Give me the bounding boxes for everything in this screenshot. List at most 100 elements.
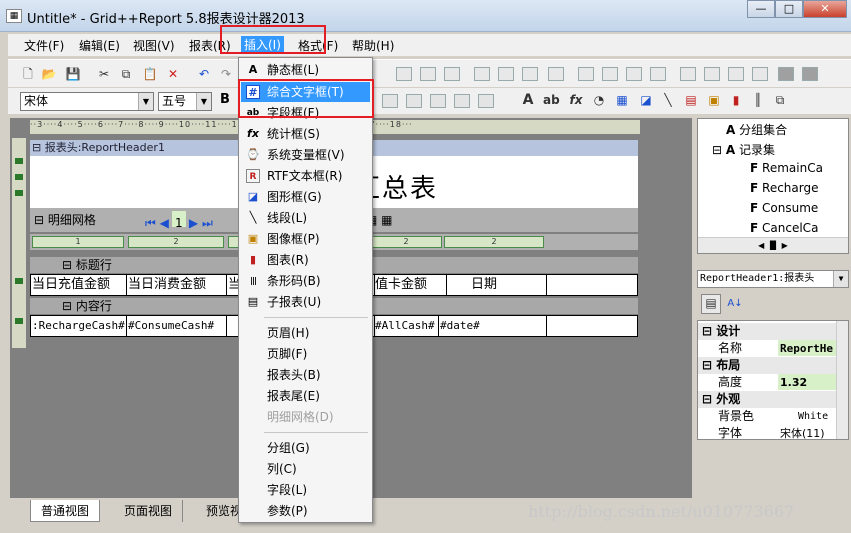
title-cell[interactable]: 日期 bbox=[447, 275, 547, 295]
field-box-icon[interactable]: ab bbox=[543, 92, 560, 108]
prop-row[interactable]: 背景色 White bbox=[698, 408, 838, 425]
object-select[interactable]: ReportHeader1:报表头 ▼ bbox=[697, 270, 849, 288]
save-icon[interactable]: 💾 bbox=[65, 66, 81, 82]
redo-icon[interactable]: ↷ bbox=[218, 66, 234, 82]
prop-row[interactable]: 字体 宋体(11) bbox=[698, 425, 838, 439]
menu-item-group[interactable]: 分组(G) bbox=[241, 438, 370, 458]
page-number[interactable]: 1 bbox=[171, 211, 186, 230]
align-right-icon[interactable] bbox=[444, 67, 460, 81]
open-folder-icon[interactable]: 📂 bbox=[41, 66, 57, 82]
font-size-select[interactable]: 五号 ▼ bbox=[158, 92, 212, 111]
memo-box-icon[interactable]: ▦ bbox=[614, 92, 630, 108]
menu-item-summary-box[interactable]: fx 统计框(S) bbox=[241, 124, 370, 144]
same-size-icon[interactable] bbox=[602, 67, 618, 81]
prop-category[interactable]: ⊟ 布局 bbox=[698, 357, 838, 374]
content-cell[interactable]: #ConsumeCash# bbox=[127, 316, 227, 336]
same-height-icon[interactable] bbox=[578, 67, 594, 81]
line-icon[interactable]: ╲ bbox=[660, 92, 676, 108]
border-icon[interactable] bbox=[430, 94, 446, 108]
tree-node[interactable]: F RemainCa bbox=[750, 161, 823, 175]
property-scrollbar[interactable] bbox=[836, 321, 848, 439]
column-width-marker[interactable]: 1 bbox=[32, 236, 124, 248]
border-icon[interactable] bbox=[478, 94, 494, 108]
tree-node[interactable]: F Recharge bbox=[750, 181, 819, 195]
align-center-icon[interactable] bbox=[420, 67, 436, 81]
shape-box-icon[interactable]: ◪ bbox=[638, 92, 654, 108]
title-cell[interactable]: 值卡金额 bbox=[375, 275, 447, 295]
paste-icon[interactable]: 📋 bbox=[142, 66, 158, 82]
close-button[interactable]: ✕ bbox=[803, 0, 847, 18]
v-spacing-icon[interactable] bbox=[650, 67, 666, 81]
tab-page-view[interactable]: 页面视图 bbox=[114, 500, 184, 522]
content-cell[interactable]: #date# bbox=[439, 316, 547, 336]
menu-item-static-box[interactable]: A 静态框(L) bbox=[241, 60, 370, 80]
minimize-button[interactable]: — bbox=[747, 0, 775, 18]
border-icon[interactable] bbox=[454, 94, 470, 108]
picture-box-icon[interactable]: ▣ bbox=[706, 92, 722, 108]
menu-item-column[interactable]: 列(C) bbox=[241, 459, 370, 479]
first-page-icon[interactable]: ⏮ bbox=[145, 216, 156, 230]
font-family-select[interactable]: 宋体 ▼ bbox=[20, 92, 154, 111]
tree-node[interactable]: F CancelCa bbox=[750, 221, 818, 235]
menu-help[interactable]: 帮助(H) bbox=[352, 37, 394, 54]
barcode-icon[interactable]: ║ bbox=[750, 92, 766, 108]
copy-icon[interactable]: ⧉ bbox=[118, 66, 134, 82]
h-spacing-icon[interactable] bbox=[626, 67, 642, 81]
column-width-marker[interactable]: 2 bbox=[444, 236, 544, 248]
prop-value[interactable]: White bbox=[778, 408, 838, 424]
title-cell[interactable]: 当日消费金额 bbox=[127, 275, 227, 295]
tree-horizontal-scrollbar[interactable]: ◀ ▐▌ ▶ bbox=[698, 237, 848, 253]
menu-item-picture-box[interactable]: ▣ 图像框(P) bbox=[241, 229, 370, 249]
bring-front-icon[interactable] bbox=[728, 67, 744, 81]
align-bottom-icon[interactable] bbox=[522, 67, 538, 81]
prop-row[interactable]: 高度 1.32 bbox=[698, 374, 838, 391]
menu-item-page-header[interactable]: 页眉(H) bbox=[241, 323, 370, 343]
menu-item-rtf-box[interactable]: R RTF文本框(R) bbox=[241, 166, 370, 186]
same-width-icon[interactable] bbox=[548, 67, 564, 81]
bold-button[interactable]: B bbox=[220, 92, 230, 107]
prop-category[interactable]: ⊟ 设计 bbox=[698, 323, 838, 340]
menu-item-parameter[interactable]: 参数(P) bbox=[241, 501, 370, 521]
border-icon[interactable] bbox=[382, 94, 398, 108]
content-cell[interactable]: :RechargeCash# bbox=[31, 316, 127, 336]
menu-file[interactable]: 文件(F) bbox=[24, 37, 64, 54]
menu-item-field[interactable]: 字段(L) bbox=[241, 480, 370, 500]
property-grid[interactable]: ⊟ 设计 名称 ReportHe ⊟ 布局 高度 1.32 ⊟ 外观 背景色 Whit… bbox=[697, 320, 849, 440]
static-box-icon[interactable]: A bbox=[520, 92, 536, 108]
prop-category[interactable]: ⊟ 外观 bbox=[698, 391, 838, 408]
menu-item-shape-box[interactable]: ◪ 图形框(G) bbox=[241, 187, 370, 207]
tree-node[interactable]: ⊟ A 记录集 bbox=[712, 141, 775, 158]
column-width-marker[interactable]: 2 bbox=[128, 236, 224, 248]
new-file-icon[interactable]: 🗋 bbox=[20, 66, 36, 82]
border-icon[interactable] bbox=[406, 94, 422, 108]
menu-edit[interactable]: 编辑(E) bbox=[79, 37, 120, 54]
last-page-icon[interactable]: ⏭ bbox=[202, 216, 213, 230]
menu-item-line[interactable]: ╲ 线段(L) bbox=[241, 208, 370, 228]
tree-node[interactable]: A 分组集合 bbox=[726, 121, 787, 138]
menu-view[interactable]: 视图(V) bbox=[133, 37, 175, 54]
maximize-button[interactable]: □ bbox=[775, 0, 803, 18]
next-page-icon[interactable]: ▶ bbox=[189, 216, 198, 230]
object-tree[interactable]: A 分组集合 ⊟ A 记录集 F RemainCa F Recharge F C… bbox=[697, 118, 849, 254]
center-v-icon[interactable] bbox=[704, 67, 720, 81]
content-cell[interactable]: #AllCash# bbox=[375, 316, 439, 336]
menu-item-page-footer[interactable]: 页脚(F) bbox=[241, 344, 370, 364]
tree-node[interactable]: F Consume bbox=[750, 201, 818, 215]
align-middle-icon[interactable] bbox=[498, 67, 514, 81]
rtf-box-icon[interactable]: ▤ bbox=[683, 92, 699, 108]
prop-value[interactable]: 1.32 bbox=[778, 374, 838, 390]
sort-alpha-icon[interactable]: A↓ bbox=[727, 296, 743, 312]
center-h-icon[interactable] bbox=[680, 67, 696, 81]
chart-icon[interactable]: ▮ bbox=[728, 92, 744, 108]
menu-item-barcode[interactable]: ||| 条形码(B) bbox=[241, 271, 370, 291]
align-top-icon[interactable] bbox=[474, 67, 490, 81]
subreport-icon[interactable]: ⧉ bbox=[772, 92, 788, 108]
categorized-icon[interactable]: ▤ bbox=[701, 294, 721, 314]
menu-item-system-var-box[interactable]: ⌚ 系统变量框(V) bbox=[241, 145, 370, 165]
prev-page-icon[interactable]: ◀ bbox=[160, 216, 169, 230]
group-icon[interactable] bbox=[778, 67, 794, 81]
title-cell[interactable]: 当日充值金额 bbox=[31, 275, 127, 295]
align-left-icon[interactable] bbox=[396, 67, 412, 81]
prop-row[interactable]: 名称 ReportHe bbox=[698, 340, 838, 357]
prop-value[interactable]: ReportHe bbox=[778, 340, 838, 356]
